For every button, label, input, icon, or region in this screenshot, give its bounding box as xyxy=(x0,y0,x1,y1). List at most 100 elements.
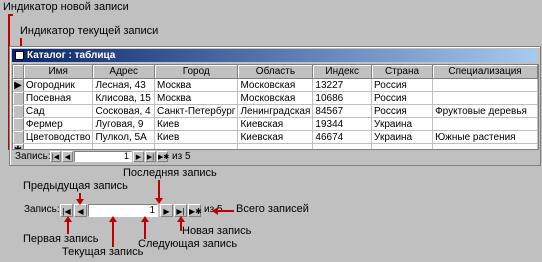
table-cell[interactable]: Киев xyxy=(154,130,239,144)
current-record-arrow xyxy=(109,216,117,222)
record-selector[interactable] xyxy=(13,117,24,131)
table-cell[interactable]: 84567 xyxy=(312,104,373,118)
record-selector[interactable] xyxy=(13,130,24,144)
table-window: Каталог : таблица Имя Адрес Город Област… xyxy=(9,46,541,166)
new-record-button[interactable]: ▶✱ xyxy=(157,151,170,162)
table-cell[interactable]: Москва xyxy=(154,91,239,105)
current-record-line xyxy=(112,219,114,247)
next-record-icon: ▶ xyxy=(163,207,170,216)
table-cell[interactable]: Россия xyxy=(371,78,434,92)
column-header[interactable]: Индекс xyxy=(312,65,373,79)
table-cell[interactable]: Клисова, 15 xyxy=(92,91,156,105)
table-cell[interactable]: Московская xyxy=(237,91,314,105)
table-cell[interactable]: Фермер xyxy=(23,117,94,131)
next-record-icon: ▶ xyxy=(135,154,142,161)
prev-record-arrow xyxy=(76,199,84,205)
table-cell[interactable] xyxy=(432,78,538,92)
table-cell[interactable] xyxy=(432,117,538,131)
last-record-button[interactable]: ▶| xyxy=(145,151,156,162)
record-selector[interactable] xyxy=(13,104,24,118)
new-record-indicator-callout: Индикатор новой записи xyxy=(3,1,129,13)
prev-record-icon: ◀ xyxy=(64,154,71,161)
next-record-button[interactable]: ▶ xyxy=(133,151,144,162)
record-count: из 5 xyxy=(172,151,191,162)
column-header[interactable]: Город xyxy=(154,65,239,79)
table-cell[interactable]: 10686 xyxy=(312,91,373,105)
table-cell[interactable]: Санкт-Петербург xyxy=(154,104,239,118)
column-header[interactable]: Страна xyxy=(371,65,434,79)
window-titlebar[interactable]: Каталог : таблица xyxy=(12,49,537,62)
column-header[interactable]: Адрес xyxy=(92,65,156,79)
table-cell[interactable]: Южные растения xyxy=(432,130,538,144)
new-record-icon: ▶✱ xyxy=(158,154,170,161)
first-record-button[interactable]: |◀ xyxy=(50,151,61,162)
new-record-indicator-tick xyxy=(8,14,13,16)
table-cell[interactable]: Огородник xyxy=(23,78,94,92)
table-cell[interactable]: 19344 xyxy=(312,117,373,131)
prev-record-button[interactable]: ◀ xyxy=(62,151,73,162)
table-cell[interactable]: Ленинградская xyxy=(237,104,314,118)
window-title: Каталог : таблица xyxy=(27,50,116,61)
next-record-arrow xyxy=(141,216,149,222)
table-cell[interactable] xyxy=(432,91,538,105)
table-row[interactable]: Сад Сосковая, 4 Санкт-Петербург Ленинградск… xyxy=(13,104,538,118)
column-header[interactable]: Специализация xyxy=(432,65,538,79)
table-cell[interactable]: Лесная, 43 xyxy=(92,78,156,92)
last-record-line xyxy=(158,180,160,200)
table-row[interactable]: Фермер Луговая, 9 Киев Киевская 19344 Украина xyxy=(13,117,538,131)
new-record-arrow xyxy=(177,216,185,222)
table-row[interactable]: ▶ Огородник Лесная, 43 Москва Московская 1322… xyxy=(13,78,538,92)
table-cell[interactable]: Фруктовые деревья xyxy=(432,104,538,118)
last-record-callout: Последняя запись xyxy=(123,167,217,179)
table-cell[interactable]: Московская xyxy=(237,78,314,92)
first-record-arrow xyxy=(64,216,72,222)
last-record-arrow xyxy=(155,198,163,204)
table-cell[interactable]: Украина xyxy=(371,117,434,131)
table-row[interactable]: Посевная Клисова, 15 Москва Московская 10686… xyxy=(13,91,538,105)
navigator-label: Запись: xyxy=(15,151,51,162)
table-cell[interactable]: Сосковая, 4 xyxy=(92,104,156,118)
current-record-indicator-callout: Индикатор текущей записи xyxy=(20,25,159,37)
first-record-icon: |◀ xyxy=(51,154,60,161)
new-record-button[interactable]: ▶✱ xyxy=(188,204,202,217)
select-all-corner[interactable] xyxy=(13,65,24,79)
datasheet-grid: Имя Адрес Город Область Индекс Страна Сп… xyxy=(12,64,539,150)
new-record-icon: ▶✱ xyxy=(189,207,202,216)
first-record-callout: Первая запись xyxy=(23,233,99,245)
table-cell[interactable]: Пулкол, 5А xyxy=(92,130,156,144)
total-records-line xyxy=(216,210,234,212)
prev-record-callout: Предыдущая запись xyxy=(23,180,128,192)
table-cell[interactable]: Сад xyxy=(23,104,94,118)
table-cell[interactable]: Москва xyxy=(154,78,239,92)
table-cell[interactable]: Киевская xyxy=(237,130,314,144)
table-cell[interactable]: 46674 xyxy=(312,130,373,144)
record-selector[interactable] xyxy=(13,91,24,105)
records-table: Имя Адрес Город Область Индекс Страна Сп… xyxy=(13,65,538,149)
last-record-icon: ▶| xyxy=(146,154,155,161)
column-header[interactable]: Имя xyxy=(23,65,94,79)
current-record-callout: Текущая запись xyxy=(62,246,144,258)
record-selector[interactable]: ▶ xyxy=(13,78,24,92)
next-record-callout: Следующая запись xyxy=(138,238,238,250)
total-records-callout: Всего записей xyxy=(236,203,309,215)
table-cell[interactable]: Киев xyxy=(154,117,239,131)
new-record-callout: Новая запись xyxy=(182,225,252,237)
record-navigator: Запись: |◀ ◀ 1 ▶ ▶| ▶✱ из 5 xyxy=(12,150,537,163)
table-cell[interactable]: Россия xyxy=(371,104,434,118)
table-row[interactable]: Цветоводство Пулкол, 5А Киев Киевская 46674 У… xyxy=(13,130,538,144)
total-records-arrow xyxy=(212,207,218,215)
table-cell[interactable]: Луговая, 9 xyxy=(92,117,156,131)
current-record-field[interactable]: 1 xyxy=(74,151,132,162)
first-record-icon: |◀ xyxy=(62,207,71,216)
table-cell[interactable]: 13227 xyxy=(312,78,373,92)
next-record-button[interactable]: ▶ xyxy=(160,204,173,217)
table-cell[interactable]: Цветоводство xyxy=(23,130,94,144)
table-cell[interactable]: Россия xyxy=(371,91,434,105)
column-header[interactable]: Область xyxy=(237,65,314,79)
table-icon xyxy=(15,51,24,60)
table-cell[interactable]: Украина xyxy=(371,130,434,144)
table-cell[interactable]: Киевская xyxy=(237,117,314,131)
navigator-label: Запись: xyxy=(24,204,60,215)
prev-record-button[interactable]: ◀ xyxy=(74,204,87,217)
table-cell[interactable]: Посевная xyxy=(23,91,94,105)
